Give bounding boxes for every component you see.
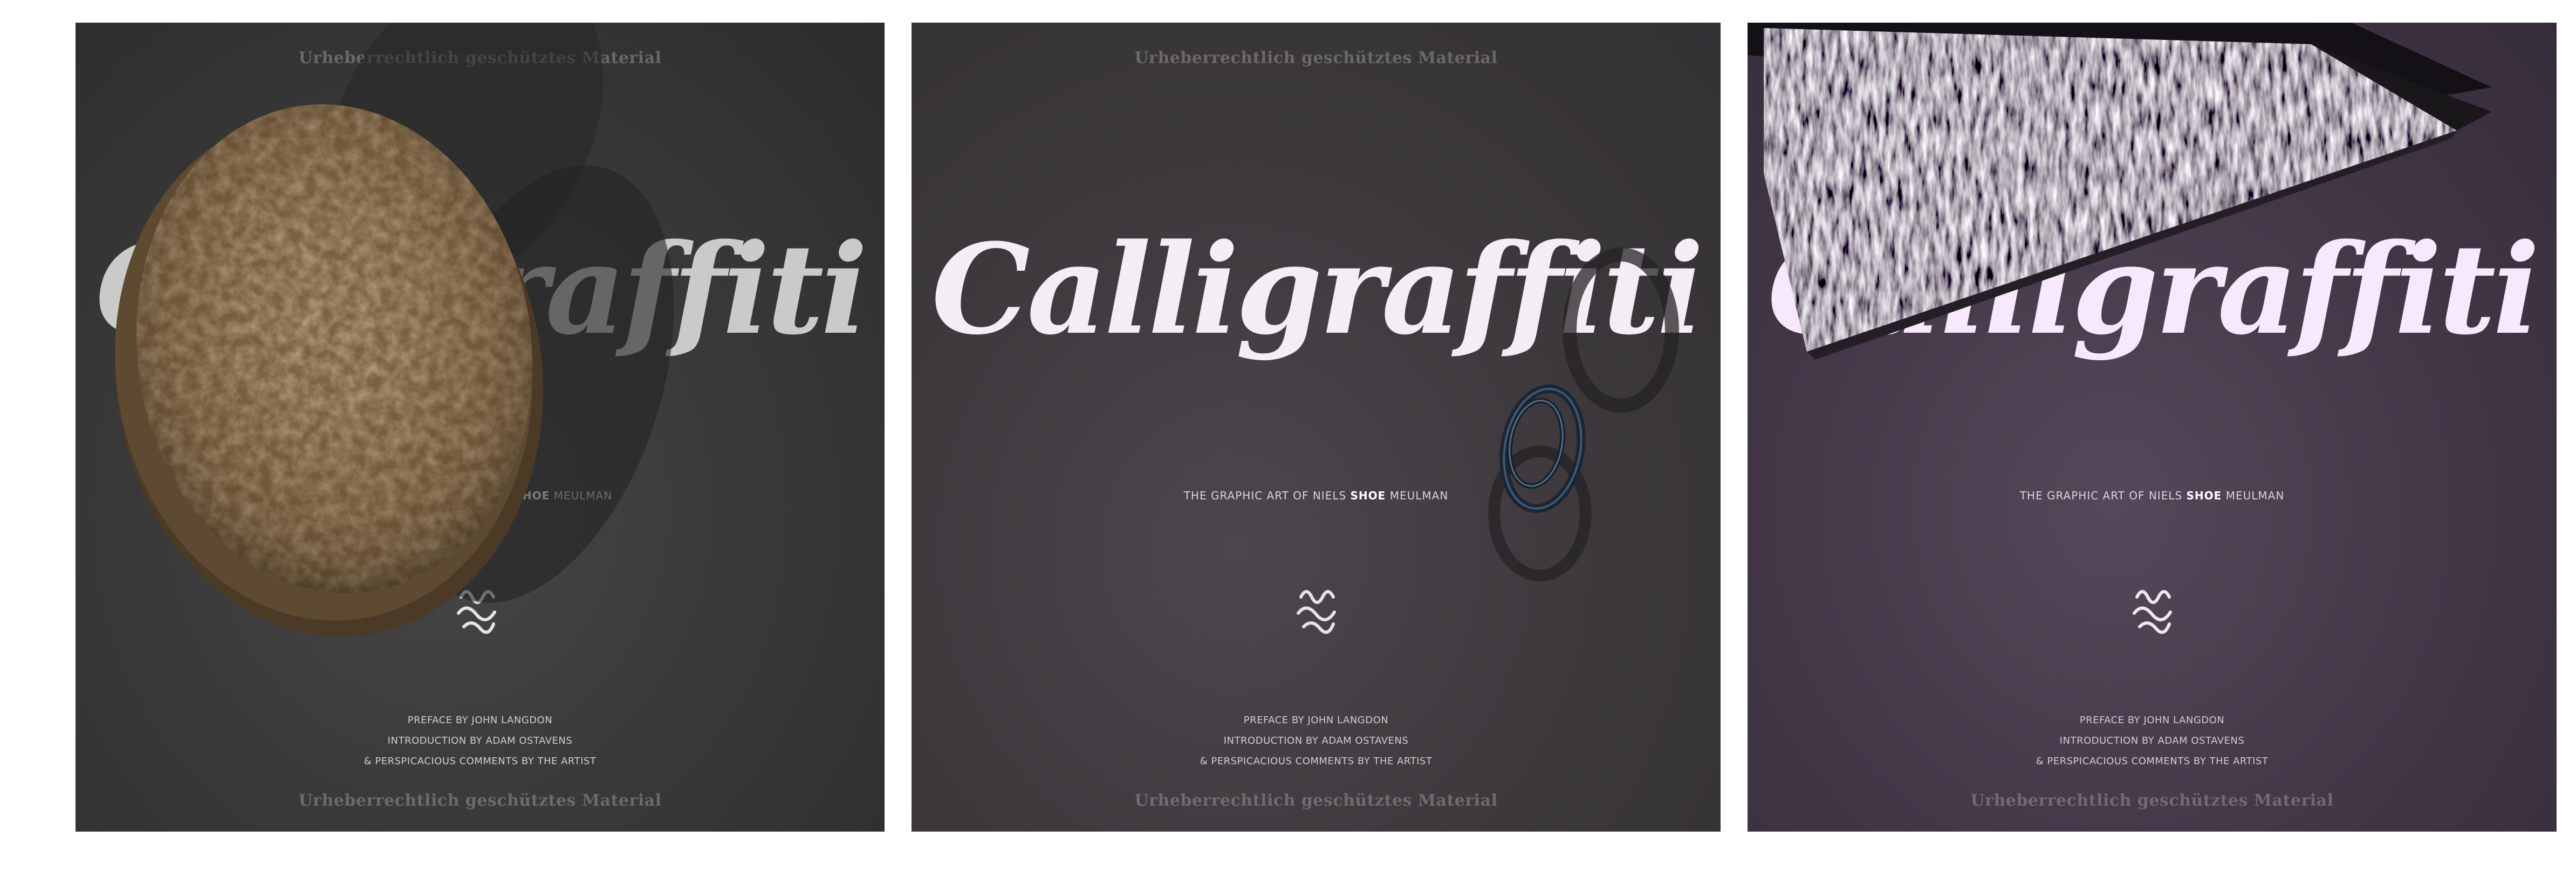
ring-inner <box>1506 397 1566 489</box>
book-cover-panel-3: Urheberrechtlich geschütztes Material Ca… <box>1748 23 2557 832</box>
disc-rim <box>115 115 543 637</box>
credit-line: INTRODUCTION BY ADAM OSTAVENS <box>387 735 573 746</box>
ring-shadow-lower <box>1488 445 1592 581</box>
cover-subtitle: THE GRAPHIC ART OF NIELS SHOE MEULMAN <box>347 489 613 502</box>
credit-line: PREFACE BY JOHN LANGDON <box>1243 715 1389 726</box>
cover-credits: PREFACE BY JOHN LANGDON INTRODUCTION BY … <box>1748 710 2557 772</box>
cover-subtitle: THE GRAPHIC ART OF NIELS SHOE MEULMAN <box>2019 489 2285 502</box>
cover-title: Calligraffiti <box>95 217 868 362</box>
credit-line: & PERSPICACIOUS COMMENTS BY THE ARTIST <box>364 756 597 767</box>
watermark-bottom: Urheberrechtlich geschütztes Material <box>1970 791 2334 810</box>
credit-line: PREFACE BY JOHN LANGDON <box>2079 715 2225 726</box>
credit-line: INTRODUCTION BY ADAM OSTAVENS <box>1223 735 1409 746</box>
watermark-top: Urheberrechtlich geschütztes Material <box>1970 49 2334 67</box>
cover-credits: PREFACE BY JOHN LANGDON INTRODUCTION BY … <box>76 710 885 772</box>
monogram-logo <box>1297 590 1336 634</box>
cover-title: Calligraffiti <box>1767 217 2540 362</box>
credit-line: INTRODUCTION BY ADAM OSTAVENS <box>2059 735 2245 746</box>
disc-edge <box>115 115 532 621</box>
credit-line: & PERSPICACIOUS COMMENTS BY THE ARTIST <box>1200 756 1433 767</box>
watermark-top: Urheberrechtlich geschütztes Material <box>298 49 662 67</box>
disc-shadow-side <box>399 165 674 603</box>
ring-inner-highlight <box>1509 400 1564 487</box>
cover-title: Calligraffiti <box>931 217 1704 362</box>
watermark-top: Urheberrechtlich geschütztes Material <box>1134 49 1498 67</box>
cover-credits: PREFACE BY JOHN LANGDON INTRODUCTION BY … <box>912 710 1721 772</box>
credit-line: & PERSPICACIOUS COMMENTS BY THE ARTIST <box>2036 756 2269 767</box>
credit-line: PREFACE BY JOHN LANGDON <box>407 715 553 726</box>
watermark-bottom: Urheberrechtlich geschütztes Material <box>1134 791 1498 810</box>
book-cover-panel-1: Urheberrechtlich geschütztes Material Ca… <box>76 23 885 832</box>
book-cover-panel-2: Urheberrechtlich geschütztes Material Ca… <box>912 23 1721 832</box>
monogram-logo <box>457 590 496 634</box>
cover-subtitle: THE GRAPHIC ART OF NIELS SHOE MEULMAN <box>1183 489 1449 502</box>
watermark-bottom: Urheberrechtlich geschütztes Material <box>298 791 662 810</box>
monogram-logo <box>2133 590 2172 634</box>
